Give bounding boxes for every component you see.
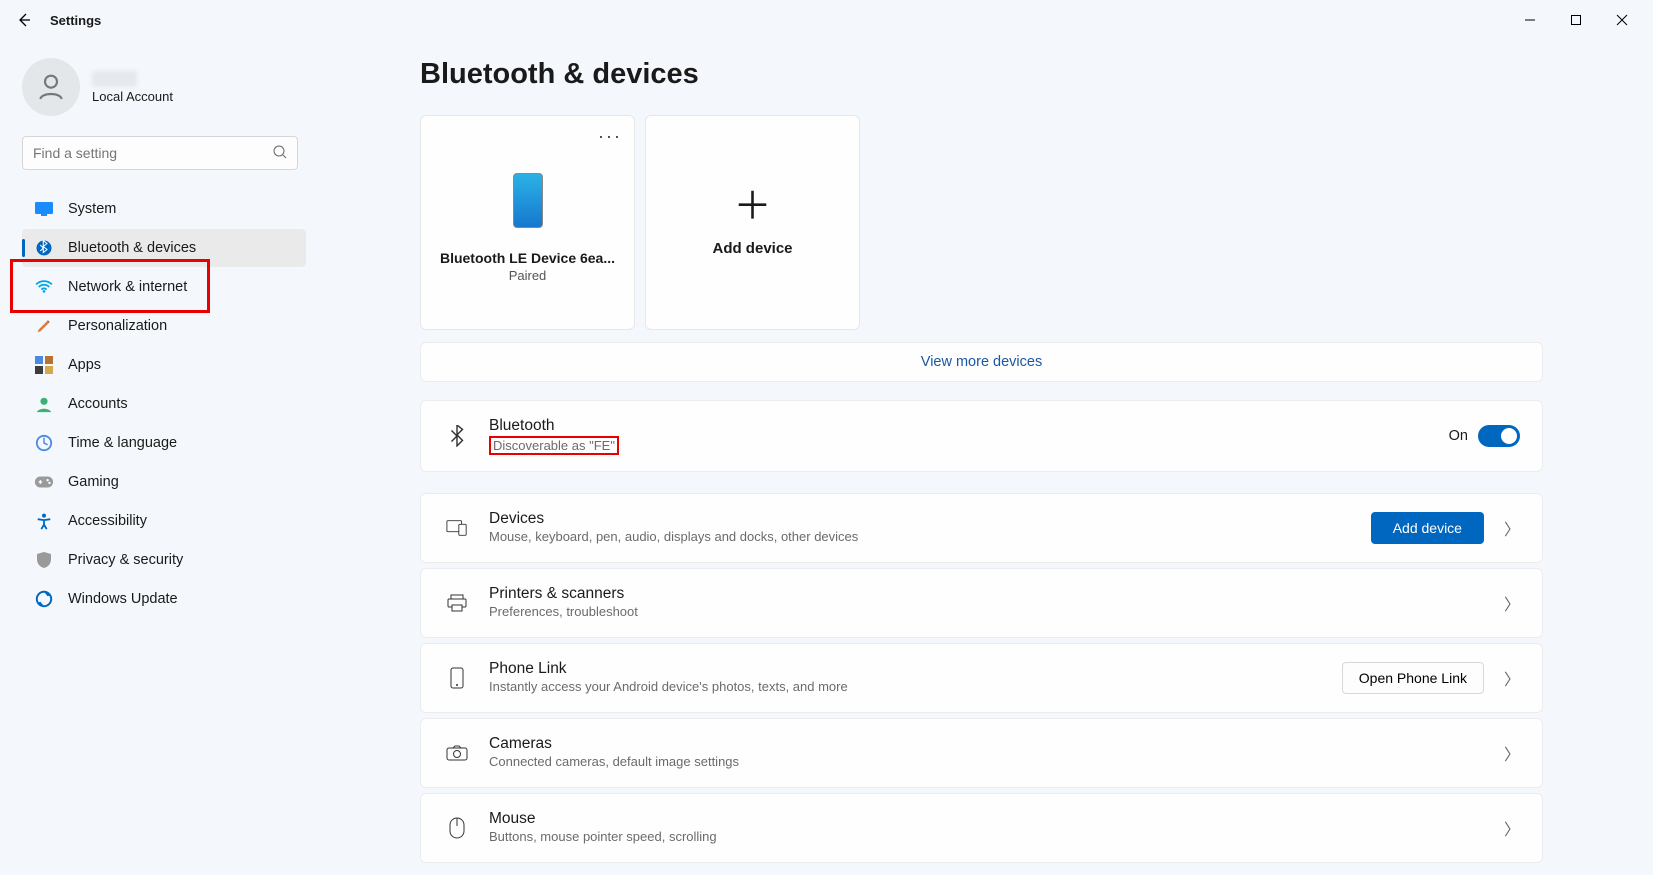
phone-icon bbox=[513, 173, 543, 228]
shield-icon bbox=[34, 550, 54, 570]
bluetooth-toggle-card: Bluetooth Discoverable as "FE" On bbox=[420, 400, 1543, 472]
printers-title: Printers & scanners bbox=[489, 585, 1488, 603]
nav-label: Personalization bbox=[68, 318, 167, 334]
mouse-subtitle: Buttons, mouse pointer speed, scrolling bbox=[489, 829, 717, 844]
nav-privacy[interactable]: Privacy & security bbox=[22, 541, 306, 579]
nav-personalization[interactable]: Personalization bbox=[22, 307, 306, 345]
device-status-label: Paired bbox=[509, 268, 547, 283]
paintbrush-icon bbox=[34, 316, 54, 336]
search-container bbox=[22, 136, 298, 170]
mouse-title: Mouse bbox=[489, 810, 1488, 828]
phone-link-subtitle: Instantly access your Android device's p… bbox=[489, 679, 848, 694]
nav-label: Windows Update bbox=[68, 591, 178, 607]
nav-windows-update[interactable]: Windows Update bbox=[22, 580, 306, 618]
chevron-right-icon: 〉 bbox=[1504, 666, 1520, 690]
nav-time-language[interactable]: Time & language bbox=[22, 424, 306, 462]
devices-subtitle: Mouse, keyboard, pen, audio, displays an… bbox=[489, 529, 858, 544]
open-phone-link-button[interactable]: Open Phone Link bbox=[1342, 662, 1484, 694]
search-input[interactable] bbox=[22, 136, 298, 170]
bluetooth-title: Bluetooth bbox=[489, 417, 1449, 435]
phone-link-card[interactable]: Phone Link Instantly access your Android… bbox=[420, 643, 1543, 713]
phone-link-title: Phone Link bbox=[489, 660, 1342, 678]
main-content: Bluetooth & devices ··· Bluetooth LE Dev… bbox=[320, 40, 1653, 875]
nav-accounts[interactable]: Accounts bbox=[22, 385, 306, 423]
window-controls bbox=[1507, 4, 1645, 36]
chevron-right-icon: 〉 bbox=[1504, 591, 1520, 615]
printer-icon bbox=[443, 594, 471, 612]
device-more-button[interactable]: ··· bbox=[598, 126, 622, 147]
add-device-button[interactable]: Add device bbox=[1371, 512, 1484, 544]
nav-label: Time & language bbox=[68, 435, 177, 451]
bluetooth-icon bbox=[443, 425, 471, 447]
nav-label: Apps bbox=[68, 357, 101, 373]
page-title: Bluetooth & devices bbox=[420, 58, 1543, 91]
minimize-button[interactable] bbox=[1507, 4, 1553, 36]
avatar bbox=[22, 58, 80, 116]
bluetooth-toggle[interactable] bbox=[1478, 425, 1520, 447]
phone-icon bbox=[443, 667, 471, 689]
device-card-row: ··· Bluetooth LE Device 6ea... Paired ＋ … bbox=[420, 115, 1543, 330]
nav-network[interactable]: Network & internet bbox=[22, 268, 306, 306]
bluetooth-state-label: On bbox=[1449, 428, 1468, 444]
account-type-label: Local Account bbox=[92, 89, 173, 104]
mouse-icon bbox=[443, 817, 471, 839]
title-bar: Settings bbox=[0, 0, 1653, 40]
nav-label: Gaming bbox=[68, 474, 119, 490]
nav-label: System bbox=[68, 201, 116, 217]
arrow-left-icon bbox=[16, 12, 32, 28]
accessibility-icon bbox=[34, 511, 54, 531]
globe-clock-icon bbox=[34, 433, 54, 453]
update-icon bbox=[34, 589, 54, 609]
user-profile[interactable]: Local Account bbox=[14, 50, 306, 136]
window-title: Settings bbox=[50, 13, 101, 28]
nav-list: System Bluetooth & devices Network & int… bbox=[14, 190, 306, 618]
cameras-title: Cameras bbox=[489, 735, 1488, 753]
chevron-right-icon: 〉 bbox=[1504, 816, 1520, 840]
devices-card[interactable]: Devices Mouse, keyboard, pen, audio, dis… bbox=[420, 493, 1543, 563]
nav-gaming[interactable]: Gaming bbox=[22, 463, 306, 501]
chevron-right-icon: 〉 bbox=[1504, 741, 1520, 765]
nav-label: Privacy & security bbox=[68, 552, 183, 568]
mouse-card[interactable]: Mouse Buttons, mouse pointer speed, scro… bbox=[420, 793, 1543, 863]
account-icon bbox=[34, 394, 54, 414]
nav-bluetooth-devices[interactable]: Bluetooth & devices bbox=[22, 229, 306, 267]
printers-subtitle: Preferences, troubleshoot bbox=[489, 604, 638, 619]
nav-apps[interactable]: Apps bbox=[22, 346, 306, 384]
bluetooth-icon bbox=[34, 238, 54, 258]
nav-accessibility[interactable]: Accessibility bbox=[22, 502, 306, 540]
nav-label: Accessibility bbox=[68, 513, 147, 529]
view-more-devices-link[interactable]: View more devices bbox=[921, 354, 1042, 370]
bluetooth-subtitle: Discoverable as "FE" bbox=[489, 436, 619, 455]
cameras-card[interactable]: Cameras Connected cameras, default image… bbox=[420, 718, 1543, 788]
maximize-button[interactable] bbox=[1553, 4, 1599, 36]
sidebar: Local Account System Bluetooth & devices… bbox=[0, 40, 320, 875]
nav-label: Network & internet bbox=[68, 279, 187, 295]
add-device-card-label: Add device bbox=[712, 240, 792, 257]
close-button[interactable] bbox=[1599, 4, 1645, 36]
nav-system[interactable]: System bbox=[22, 190, 306, 228]
apps-icon bbox=[34, 355, 54, 375]
printers-card[interactable]: Printers & scanners Preferences, trouble… bbox=[420, 568, 1543, 638]
add-device-card[interactable]: ＋ Add device bbox=[645, 115, 860, 330]
plus-icon: ＋ bbox=[733, 188, 771, 226]
user-name-redacted bbox=[92, 71, 137, 87]
devices-icon bbox=[443, 519, 471, 537]
devices-title: Devices bbox=[489, 510, 1371, 528]
paired-device-card[interactable]: ··· Bluetooth LE Device 6ea... Paired bbox=[420, 115, 635, 330]
person-icon bbox=[35, 71, 67, 103]
view-more-devices-card[interactable]: View more devices bbox=[420, 342, 1543, 382]
gamepad-icon bbox=[34, 472, 54, 492]
camera-icon bbox=[443, 745, 471, 761]
wifi-icon bbox=[34, 277, 54, 297]
device-name-label: Bluetooth LE Device 6ea... bbox=[440, 250, 615, 266]
back-button[interactable] bbox=[8, 4, 40, 36]
nav-label: Bluetooth & devices bbox=[68, 240, 196, 256]
chevron-right-icon: 〉 bbox=[1504, 516, 1520, 540]
display-icon bbox=[34, 199, 54, 219]
nav-label: Accounts bbox=[68, 396, 128, 412]
search-icon bbox=[272, 144, 288, 165]
cameras-subtitle: Connected cameras, default image setting… bbox=[489, 754, 739, 769]
